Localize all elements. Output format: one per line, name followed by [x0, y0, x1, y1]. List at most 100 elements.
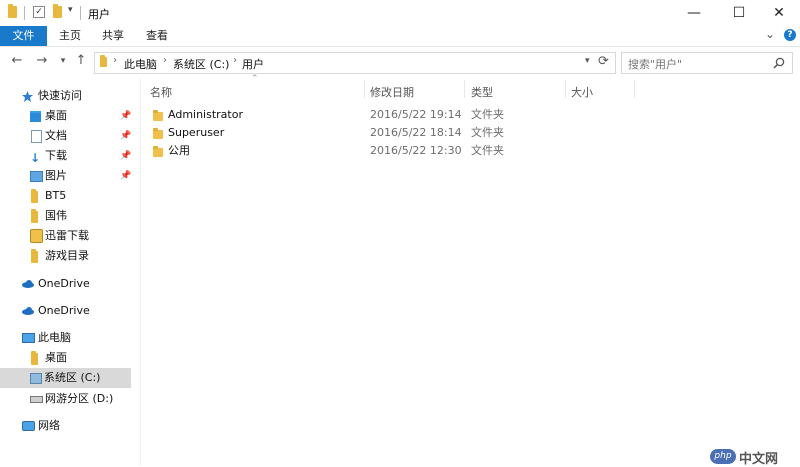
column-divider[interactable] — [634, 80, 635, 98]
star-icon — [22, 91, 33, 102]
file-row[interactable]: Superuser 2016/5/22 18:14 文件夹 — [141, 124, 641, 142]
column-header-type[interactable]: 类型 — [471, 84, 493, 100]
tab-share[interactable]: 共享 — [93, 26, 133, 46]
search-icon[interactable] — [773, 57, 785, 69]
address-dropdown-icon[interactable]: ▾ — [585, 56, 590, 66]
file-name: 公用 — [168, 144, 190, 157]
download-icon: ↓ — [30, 151, 41, 165]
column-divider[interactable] — [364, 80, 365, 98]
sidebar-item-label: 此电脑 — [38, 331, 71, 344]
minimize-icon: — — [687, 5, 701, 21]
minimize-button[interactable]: — — [671, 0, 717, 26]
folder-icon — [8, 4, 17, 21]
file-row[interactable]: Administrator 2016/5/22 19:14 文件夹 — [141, 106, 641, 124]
breadcrumb-system-drive[interactable]: 系统区 (C:) — [173, 56, 229, 72]
properties-icon[interactable]: ✓ — [33, 6, 45, 18]
breadcrumb-separator-icon: › — [113, 55, 117, 66]
refresh-icon[interactable]: ⟳ — [598, 54, 609, 69]
pin-icon[interactable]: 📌 — [120, 131, 131, 141]
pin-icon[interactable]: 📌 — [120, 171, 131, 181]
sidebar-item-label: OneDrive — [38, 277, 90, 290]
folder-icon — [153, 128, 163, 142]
close-button[interactable]: ✕ — [756, 0, 800, 26]
sort-ascending-icon: ⌃ — [251, 74, 259, 84]
watermark-text: 中文网 — [739, 452, 779, 467]
watermark-brand: php — [710, 449, 736, 464]
folder-icon — [100, 55, 107, 70]
tab-view[interactable]: 查看 — [137, 26, 177, 46]
close-icon: ✕ — [773, 5, 785, 21]
file-type: 文件夹 — [471, 108, 504, 121]
sidebar-item-label: BT5 — [45, 189, 67, 202]
sidebar-item-label: 网络 — [38, 419, 60, 432]
maximize-icon: ☐ — [732, 5, 746, 21]
file-type: 文件夹 — [471, 144, 504, 157]
breadcrumb-separator-icon: › — [233, 55, 237, 66]
column-header-date[interactable]: 修改日期 — [370, 84, 414, 100]
watermark-logo: php 中文网 — [710, 448, 800, 467]
sidebar-item-label: 快速访问 — [38, 89, 82, 102]
tab-file[interactable]: 文件 — [0, 26, 47, 46]
search-placeholder: 搜索"用户" — [628, 58, 683, 71]
sidebar-item-label: 游戏目录 — [45, 249, 89, 262]
column-header-size[interactable]: 大小 — [571, 84, 593, 100]
help-icon[interactable]: ? — [784, 29, 796, 41]
cloud-icon — [22, 307, 34, 315]
folder-icon — [31, 209, 38, 230]
document-icon — [31, 130, 42, 143]
file-date: 2016/5/22 18:14 — [370, 126, 462, 139]
sidebar-item-label: 桌面 — [45, 109, 67, 122]
folder-icon — [31, 249, 38, 270]
up-button[interactable]: ↑ — [72, 53, 90, 68]
divider — [80, 6, 81, 20]
network-icon — [22, 421, 35, 431]
pin-icon[interactable]: 📌 — [120, 111, 131, 121]
ribbon-tabs: 文件 主页 共享 查看 ⌄ ? — [0, 26, 800, 47]
sidebar-item-label: 国伟 — [45, 209, 67, 222]
sidebar-item-label: OneDrive — [38, 304, 90, 317]
breadcrumb-this-pc[interactable]: 此电脑 — [124, 56, 157, 72]
sidebar-item-label: 迅雷下载 — [45, 229, 89, 242]
search-input[interactable]: 搜索"用户" — [621, 52, 793, 74]
pin-icon[interactable]: 📌 — [120, 151, 131, 161]
cloud-icon — [22, 280, 34, 288]
folder-icon — [153, 110, 163, 124]
customize-toolbar-icon[interactable]: ▾ — [68, 5, 73, 15]
sidebar-item-label: 网游分区 (D:) — [45, 392, 114, 405]
drive-icon — [30, 396, 43, 403]
tab-home[interactable]: 主页 — [50, 26, 90, 46]
new-folder-icon[interactable] — [53, 4, 62, 21]
sidebar-item-system-drive[interactable]: 系统区 (C:) — [0, 368, 131, 388]
breadcrumb-separator-icon: › — [163, 55, 167, 66]
column-divider[interactable] — [464, 80, 465, 98]
window-title: 用户 — [88, 8, 110, 21]
address-bar[interactable]: › 此电脑 › 系统区 (C:) › 用户 ▾ ⟳ — [94, 52, 616, 74]
file-row[interactable]: 公用 2016/5/22 12:30 文件夹 — [141, 142, 641, 160]
file-name: Superuser — [168, 126, 225, 139]
sidebar-item-label: 图片 — [45, 169, 67, 182]
title-bar: ✓ ▾ 用户 — ☐ ✕ — [0, 0, 800, 26]
navigation-bar: ← → ▾ ↑ › 此电脑 › 系统区 (C:) › 用户 ▾ ⟳ 搜索"用户" — [0, 47, 800, 77]
divider — [24, 6, 25, 20]
expand-ribbon-icon[interactable]: ⌄ — [765, 27, 775, 41]
sidebar-item-label: 下载 — [45, 149, 67, 162]
recent-locations-button[interactable]: ▾ — [54, 56, 72, 66]
file-type: 文件夹 — [471, 126, 504, 139]
column-divider[interactable] — [565, 80, 566, 98]
desktop-icon — [30, 111, 41, 122]
file-name: Administrator — [168, 108, 243, 121]
navigation-pane: 快速访问 桌面 📌 文档 📌 ↓ 下载 📌 图片 📌 BT5 国伟 迅雷下载 游… — [0, 78, 141, 466]
sidebar-item-label: 桌面 — [45, 351, 67, 364]
back-button[interactable]: ← — [8, 53, 26, 68]
file-date: 2016/5/22 19:14 — [370, 108, 462, 121]
sidebar-item-label: 系统区 (C:) — [44, 371, 101, 384]
folder-icon — [153, 146, 163, 160]
computer-icon — [22, 333, 35, 343]
column-header-name[interactable]: 名称 — [150, 84, 172, 100]
file-list: ⌃ 名称 修改日期 类型 大小 Administrator 2016/5/22 … — [141, 74, 800, 466]
folder-icon — [30, 229, 43, 243]
folder-icon — [31, 189, 38, 210]
sidebar-item-label: 文档 — [45, 129, 67, 142]
breadcrumb-users[interactable]: 用户 — [242, 56, 264, 72]
forward-button[interactable]: → — [33, 53, 51, 68]
